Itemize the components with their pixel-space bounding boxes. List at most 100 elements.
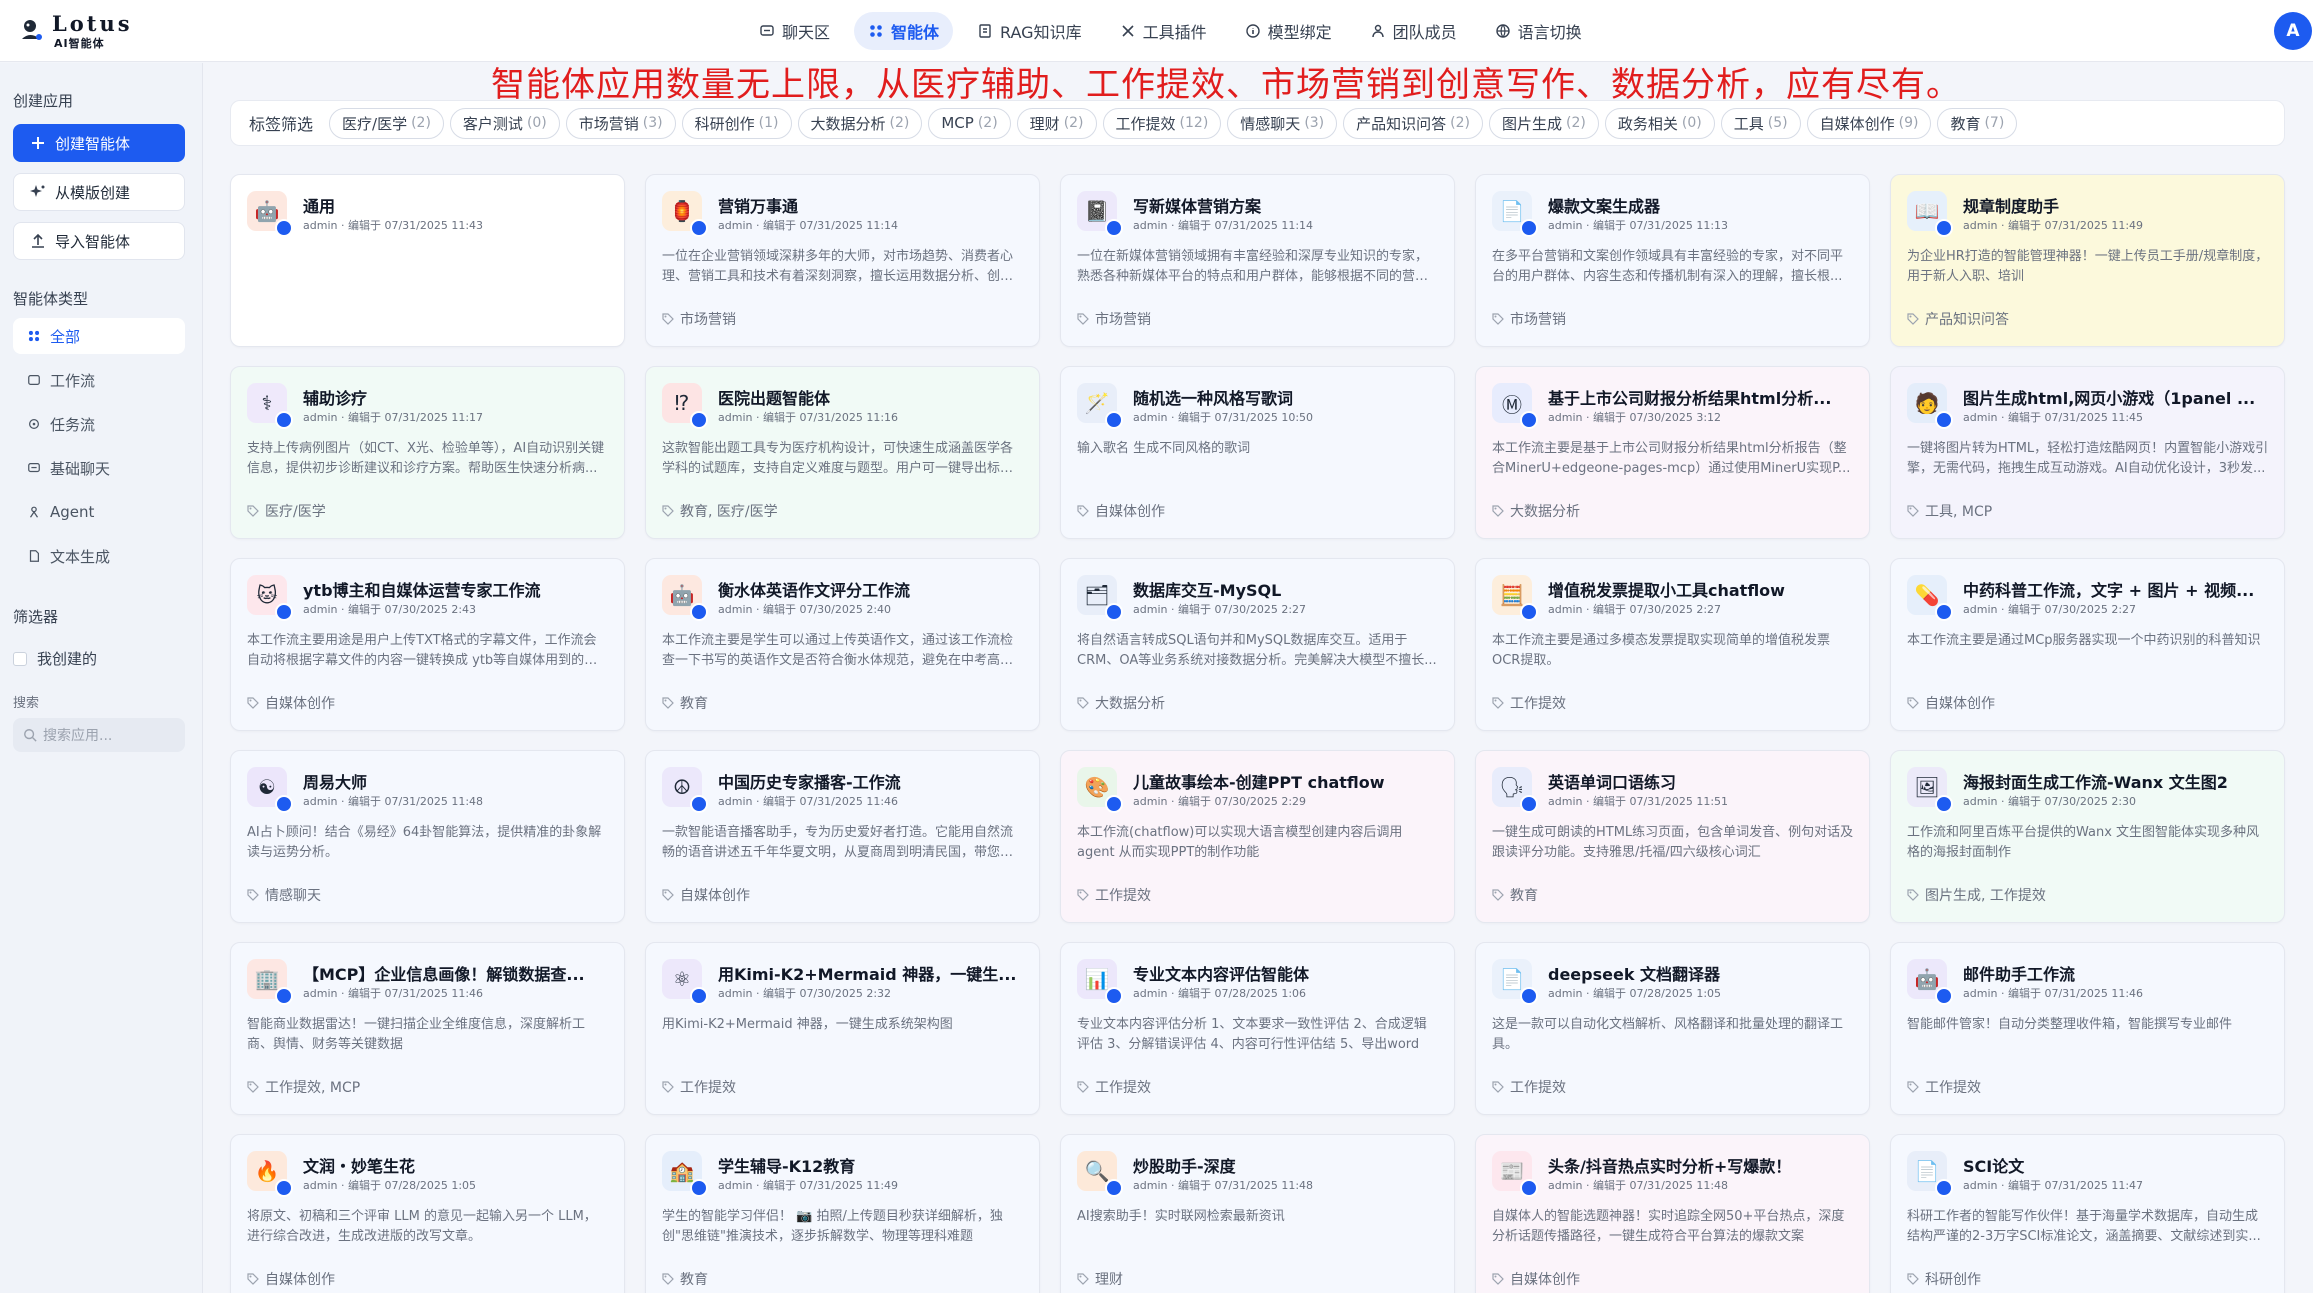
grid-icon (868, 23, 884, 39)
agent-card-tag-text: 自媒体创作 (265, 696, 335, 712)
tag-filter-chip[interactable]: 客户测试 (0) (449, 107, 560, 139)
agent-icon-glyph: 🔍 (1084, 1159, 1110, 1183)
agent-icon-glyph: 🤖 (1914, 967, 1940, 991)
agent-card[interactable]: ⚛ 用Kimi-K2+Mermaid 神器，一键生... admin · 编辑于 0… (645, 942, 1040, 1115)
agent-card[interactable]: 🖼 海报封面生成工作流-Wanx 文生图2 admin · 编辑于 07/30/20… (1890, 750, 2285, 923)
nav-item-2[interactable]: RAG知识库 (963, 12, 1096, 50)
agent-card-title: 周易大师 (303, 773, 368, 792)
tag-filter-chip[interactable]: 教育 (7) (1937, 107, 2018, 139)
agent-card[interactable]: 🧑 图片生成html,网页小游戏（1panel ... admin · 编辑于 07… (1890, 366, 2285, 539)
tag-icon (1077, 505, 1089, 517)
agent-card[interactable]: 📊 专业文本内容评估智能体 admin · 编辑于 07/28/2025 1:06 专… (1060, 942, 1455, 1115)
nav-item-6[interactable]: 语言切换 (1481, 12, 1596, 50)
agent-card[interactable]: ☯ 周易大师 admin · 编辑于 07/31/2025 11:48 AI占卜顾问！… (230, 750, 625, 923)
nav-item-0[interactable]: 聊天区 (745, 12, 844, 50)
agent-card[interactable]: 🎨 儿童故事绘本-创建PPT chatflow admin · 编辑于 07/30/… (1060, 750, 1455, 923)
agent-card[interactable]: 🤖 衡水体英语作文评分工作流 admin · 编辑于 07/30/2025 2:40… (645, 558, 1040, 731)
tag-filter-chip[interactable]: 科研创作 (1) (681, 107, 792, 139)
tag-filter-chip[interactable]: 情感聊天 (3) (1227, 107, 1338, 139)
nav-item-3[interactable]: 工具插件 (1106, 12, 1221, 50)
agent-card-tags: 市场营销 (662, 309, 736, 329)
robot-icon: 🤖 (247, 191, 293, 237)
agent-card[interactable]: Ⓜ 基于上市公司财报分析结果html分析... admin · 编辑于 07/30/… (1475, 366, 1870, 539)
agent-card[interactable]: 🐱 ytb博主和自媒体运营专家工作流 admin · 编辑于 07/30/2025 … (230, 558, 625, 731)
agent-card-tag-text: 教育, 医疗/医学 (680, 504, 778, 520)
agent-icon-glyph: 🏢 (254, 967, 280, 991)
agent-card[interactable]: ⚕ 辅助诊疗 admin · 编辑于 07/31/2025 11:17 支持上传病例图… (230, 366, 625, 539)
search-input[interactable]: 搜索应用... (13, 718, 185, 752)
agent-type-item-3[interactable]: 基础聊天 (13, 450, 185, 486)
agent-card[interactable]: 📄 SCI论文 admin · 编辑于 07/31/2025 11:47 科研工作者的… (1890, 1134, 2285, 1293)
agent-card[interactable]: 💊 中药科普工作流，文字 + 图片 + 视频... admin · 编辑于 07/3… (1890, 558, 2285, 731)
agent-card[interactable]: 🧮 增值税发票提取小工具chatflow admin · 编辑于 07/30/202… (1475, 558, 1870, 731)
created-by-me-filter[interactable]: 我创建的 (13, 648, 97, 669)
nav-item-4[interactable]: 模型绑定 (1231, 12, 1346, 50)
agent-icon-glyph: Ⓜ (1502, 392, 1522, 417)
agent-card-meta: admin · 编辑于 07/31/2025 11:14 (718, 219, 899, 232)
agent-card-description: 智能商业数据雷达！一键扫描企业全维度信息，深度解析工商、舆情、财务等关键数据 (247, 1017, 586, 1052)
agent-card[interactable]: 📓 写新媒体营销方案 admin · 编辑于 07/31/2025 11:14 一位在… (1060, 174, 1455, 347)
agent-type-item-1[interactable]: 工作流 (13, 362, 185, 398)
tag-filter-chip[interactable]: 政务相关 (0) (1604, 107, 1715, 139)
agent-type-badge-icon (1105, 1179, 1123, 1197)
agent-card-description: 本工作流(chatflow)可以实现大语言模型创建内容后调用agent 从而实现… (1077, 825, 1403, 860)
created-by-me-checkbox[interactable] (13, 651, 27, 666)
agent-card-tags: 教育 (662, 1269, 708, 1289)
book-icon: 📖 (1907, 191, 1953, 237)
tag-filter-chip[interactable]: 工作提效 (12) (1102, 107, 1222, 139)
tag-filter-chip[interactable]: 产品知识问答 (2) (1343, 107, 1484, 139)
agent-card-tag-text: 教育 (1510, 888, 1538, 904)
create-agent-button[interactable]: 创建智能体 (13, 124, 185, 162)
agent-card[interactable]: 🔥 文润・妙笔生花 admin · 编辑于 07/28/2025 1:05 将原文、初… (230, 1134, 625, 1293)
agent-icon-glyph: 🧑 (1914, 391, 1940, 415)
tag-filter-chip[interactable]: 大数据分析 (2) (797, 107, 923, 139)
tag-filter-chip[interactable]: MCP (2) (928, 107, 1011, 139)
tag-chip-name: 情感聊天 (1240, 114, 1301, 133)
tag-filter-chip[interactable]: 市场营销 (3) (565, 107, 676, 139)
m-icon: Ⓜ (1492, 383, 1538, 429)
agent-card[interactable]: 📖 规章制度助手 admin · 编辑于 07/31/2025 11:49 为企业HR… (1890, 174, 2285, 347)
agent-icon-glyph: 📄 (1914, 1159, 1940, 1183)
agent-card-tags: 工作提效 (1492, 1077, 1566, 1097)
chat-icon (759, 23, 775, 39)
agent-card-meta: admin · 编辑于 07/31/2025 11:46 (1963, 987, 2144, 1000)
tag-filter-chip[interactable]: 医疗/医学 (2) (329, 107, 444, 139)
tag-filter-chip[interactable]: 自媒体创作 (9) (1806, 107, 1932, 139)
agent-type-badge-icon (1520, 219, 1538, 237)
create-from-template-button[interactable]: 从模版创建 (13, 173, 185, 211)
tag-icon (247, 1081, 259, 1093)
agent-card[interactable]: ☮ 中国历史专家播客-工作流 admin · 编辑于 07/31/2025 11:4… (645, 750, 1040, 923)
agent-card[interactable]: 🏫 学生辅导-K12教育 admin · 编辑于 07/31/2025 11:49 学… (645, 1134, 1040, 1293)
tag-filter-chip[interactable]: 理财 (2) (1016, 107, 1097, 139)
tag-icon (662, 1273, 674, 1285)
agent-card[interactable]: 🗂 数据库交互-MySQL admin · 编辑于 07/30/2025 2:27 将… (1060, 558, 1455, 731)
agent-card[interactable]: 🤖 邮件助手工作流 admin · 编辑于 07/31/2025 11:46 智能邮件… (1890, 942, 2285, 1115)
agent-type-item-2[interactable]: 任务流 (13, 406, 185, 442)
brand-name: Lotus (52, 11, 133, 36)
agent-type-item-4[interactable]: Agent (13, 494, 185, 530)
nav-item-1[interactable]: 智能体 (854, 12, 954, 50)
agent-type-item-5[interactable]: 文本生成 (13, 538, 185, 574)
agent-card[interactable]: 📰 头条/抖音热点实时分析+写爆款！ admin · 编辑于 07/31/2025 … (1475, 1134, 1870, 1293)
lantern-icon: 🏮 (662, 191, 708, 237)
agent-card-meta: admin · 编辑于 07/31/2025 11:48 (1548, 1179, 1729, 1192)
agent-card-description: 将原文、初稿和三个评审 LLM 的意见一起输入另一个 LLM，进行综合改进，生成… (247, 1209, 597, 1244)
import-agent-button[interactable]: 导入智能体 (13, 222, 185, 260)
brand-logo[interactable]: Lotus AI智能体 (18, 11, 138, 51)
agent-card[interactable]: 🗣 英语单词口语练习 admin · 编辑于 07/31/2025 11:51 一键生… (1475, 750, 1870, 923)
user-avatar[interactable]: A (2274, 12, 2312, 50)
tag-filter-chip[interactable]: 工具 (5) (1720, 107, 1801, 139)
nav-item-5[interactable]: 团队成员 (1356, 12, 1471, 50)
agent-card-tags: 自媒体创作 (1492, 1269, 1580, 1289)
agent-card-meta: admin · 编辑于 07/30/2025 2:29 (1133, 795, 1307, 808)
agent-card[interactable]: 🔍 炒股助手-深度 admin · 编辑于 07/31/2025 11:48 AI搜索… (1060, 1134, 1455, 1293)
agent-card[interactable]: 📄 爆款文案生成器 admin · 编辑于 07/31/2025 11:13 在多平台… (1475, 174, 1870, 347)
agent-card[interactable]: ⁉ 医院出题智能体 admin · 编辑于 07/31/2025 11:16 这款智能… (645, 366, 1040, 539)
agent-type-item-0[interactable]: 全部 (13, 318, 185, 354)
agent-card[interactable]: 🏢 【MCP】企业信息画像！解锁数据查... admin · 编辑于 07/31/2… (230, 942, 625, 1115)
agent-card[interactable]: 🏮 营销万事通 admin · 编辑于 07/31/2025 11:14 一位在企业营… (645, 174, 1040, 347)
tag-filter-chip[interactable]: 图片生成 (2) (1489, 107, 1599, 139)
agent-card[interactable]: 🤖 通用 admin · 编辑于 07/31/2025 11:43 (230, 174, 625, 347)
agent-card[interactable]: 🪄 随机选一种风格写歌词 admin · 编辑于 07/31/2025 10:50 输… (1060, 366, 1455, 539)
agent-card[interactable]: 📄 deepseek 文档翻译器 admin · 编辑于 07/28/2025 1:… (1475, 942, 1870, 1115)
